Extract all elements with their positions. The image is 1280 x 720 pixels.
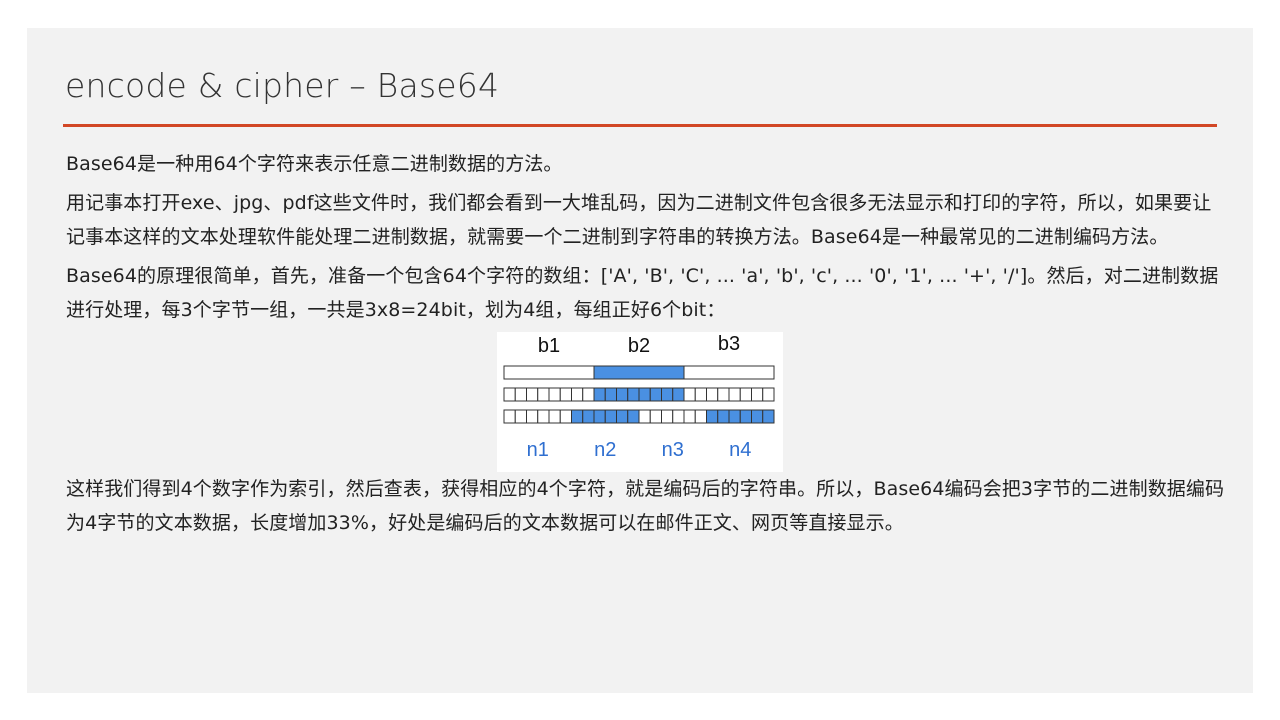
byte-label-b3: b3 bbox=[718, 333, 740, 355]
byte-bit-cell bbox=[514, 387, 527, 402]
group-bit-cell bbox=[571, 409, 584, 424]
byte-box-b3 bbox=[683, 365, 775, 380]
group-bit-cell bbox=[593, 409, 606, 424]
byte-bit-cell bbox=[683, 387, 696, 402]
byte-bit-cell bbox=[694, 387, 707, 402]
byte-label-b1: b1 bbox=[538, 335, 560, 357]
paragraph-principle: Base64的原理很简单，首先，准备一个包含64个字符的数组：['A', 'B'… bbox=[66, 265, 1219, 321]
group-bit-cell bbox=[717, 409, 730, 424]
group-label-n2: n2 bbox=[594, 439, 616, 461]
byte-bit-cell bbox=[604, 387, 617, 402]
byte-box-b2 bbox=[593, 365, 685, 380]
byte-bit-cell bbox=[537, 387, 550, 402]
group-bit-cell bbox=[762, 409, 775, 424]
group-bit-cell bbox=[739, 409, 752, 424]
byte-bit-cell bbox=[672, 387, 685, 402]
paragraph-result: 这样我们得到4个数字作为索引，然后查表，获得相应的4个字符，就是编码后的字符串。… bbox=[66, 478, 1225, 534]
group-bit-cell bbox=[751, 409, 764, 424]
group-bit-cell bbox=[627, 409, 640, 424]
byte-box-b1 bbox=[503, 365, 595, 380]
bit-grouping-diagram: b1 b2 b3 n1 n2 n3 n4 bbox=[497, 332, 783, 472]
group-bit-cell bbox=[694, 409, 707, 424]
byte-label-b2: b2 bbox=[628, 335, 650, 357]
byte-bit-cell bbox=[728, 387, 741, 402]
group-bit-cell bbox=[559, 409, 572, 424]
group-bit-cell bbox=[672, 409, 685, 424]
byte-bit-cell bbox=[559, 387, 572, 402]
slide-title: encode & cipher – Base64 bbox=[65, 66, 500, 105]
group-bit-cell bbox=[683, 409, 696, 424]
byte-bit-cell bbox=[638, 387, 651, 402]
byte-bit-cell bbox=[582, 387, 595, 402]
group-bit-cell bbox=[604, 409, 617, 424]
byte-bit-cell bbox=[526, 387, 539, 402]
group-bit-cell bbox=[616, 409, 629, 424]
group-bit-cell bbox=[706, 409, 719, 424]
byte-bit-cell bbox=[627, 387, 640, 402]
group-bit-cell bbox=[503, 409, 516, 424]
byte-bit-cell bbox=[593, 387, 606, 402]
slide-body: Base64是一种用64个字符来表示任意二进制数据的方法。 用记事本打开exe、… bbox=[66, 147, 1226, 545]
group-bit-cell bbox=[514, 409, 527, 424]
title-underline bbox=[63, 124, 1217, 127]
paragraph-notepad: 用记事本打开exe、jpg、pdf这些文件时，我们都会看到一大堆乱码，因为二进制… bbox=[66, 192, 1212, 248]
group-bit-cell bbox=[548, 409, 561, 424]
slide: encode & cipher – Base64 Base64是一种用64个字符… bbox=[27, 28, 1253, 693]
byte-bit-cell bbox=[548, 387, 561, 402]
byte-bit-cell bbox=[706, 387, 719, 402]
group-bit-cell bbox=[537, 409, 550, 424]
group-bit-cell bbox=[661, 409, 674, 424]
byte-bit-cell bbox=[649, 387, 662, 402]
group-bit-cell bbox=[728, 409, 741, 424]
paragraph-intro: Base64是一种用64个字符来表示任意二进制数据的方法。 bbox=[66, 153, 563, 175]
group-bit-cell bbox=[638, 409, 651, 424]
bit-grouping-svg: b1 b2 b3 n1 n2 n3 n4 bbox=[503, 333, 775, 461]
group-label-n4: n4 bbox=[729, 439, 751, 461]
group-label-n1: n1 bbox=[527, 439, 549, 461]
group-bit-cell bbox=[526, 409, 539, 424]
byte-bit-cell bbox=[717, 387, 730, 402]
byte-bit-cell bbox=[762, 387, 775, 402]
group-bit-cell bbox=[582, 409, 595, 424]
byte-bit-cell bbox=[661, 387, 674, 402]
byte-bit-cell bbox=[751, 387, 764, 402]
byte-bit-cell bbox=[503, 387, 516, 402]
group-bit-cell bbox=[649, 409, 662, 424]
group-label-n3: n3 bbox=[662, 439, 684, 461]
byte-bit-cell bbox=[616, 387, 629, 402]
byte-bit-cell bbox=[571, 387, 584, 402]
byte-bit-cell bbox=[739, 387, 752, 402]
